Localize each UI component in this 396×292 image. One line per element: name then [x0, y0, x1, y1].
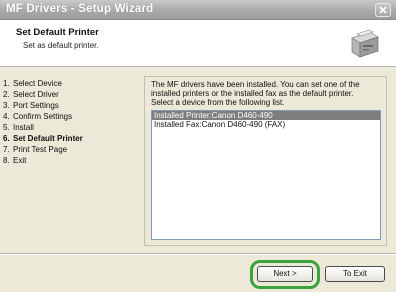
wizard-header: Set Default Printer Set as default print… — [0, 20, 396, 67]
window-title: MF Drivers - Setup Wizard — [6, 3, 154, 15]
footer-divider — [0, 253, 396, 255]
instructions-text: The MF drivers have been installed. You … — [151, 80, 360, 107]
step-item: 5. Install — [3, 123, 34, 132]
device-list-item-fax[interactable]: Installed Fax:Canon D460-490 (FAX) — [152, 120, 380, 129]
header-subtitle: Set as default printer. — [23, 41, 99, 50]
step-item-current: 6. Set Default Printer — [3, 134, 83, 143]
header-title: Set Default Printer — [16, 27, 99, 38]
step-item: 4. Confirm Settings — [3, 112, 73, 121]
device-list-item-printer[interactable]: Installed Printer:Canon D460-490 — [152, 111, 380, 120]
step-item: 3. Port Settings — [3, 101, 59, 110]
exit-button[interactable]: To Exit — [325, 266, 385, 282]
device-listbox[interactable]: Installed Printer:Canon D460-490 Install… — [151, 110, 381, 240]
step-item: 1. Select Device — [3, 79, 62, 88]
content-panel: The MF drivers have been installed. You … — [144, 76, 387, 246]
step-item: 7. Print Test Page — [3, 145, 68, 154]
step-item: 8. Exit — [3, 156, 27, 165]
next-button[interactable]: Next > — [257, 266, 313, 282]
printer-icon — [351, 29, 379, 58]
step-item: 2. Select Driver — [3, 90, 59, 99]
title-bar[interactable]: MF Drivers - Setup Wizard — [0, 0, 396, 20]
close-icon — [379, 6, 387, 14]
setup-wizard-window: MF Drivers - Setup Wizard Set Default Pr… — [0, 0, 396, 292]
close-button[interactable] — [375, 3, 391, 17]
wizard-step-list: 1. Select Device 2. Select Driver 3. Port S… — [3, 78, 143, 166]
